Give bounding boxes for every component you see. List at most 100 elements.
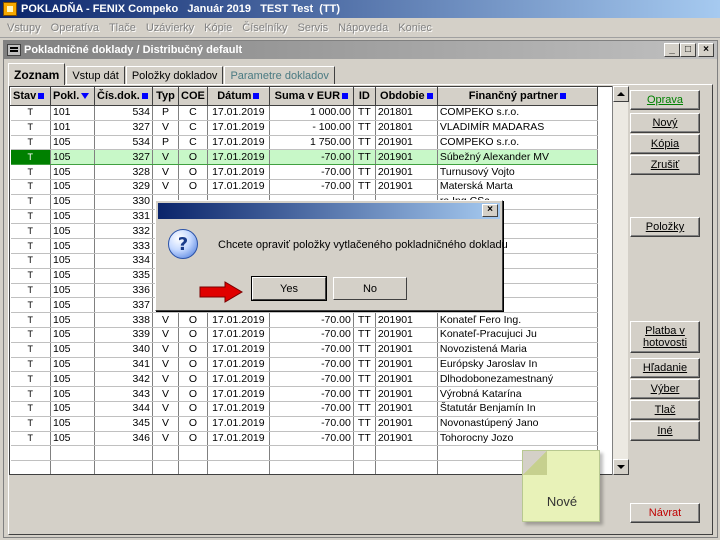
ine-button[interactable]: Iné <box>630 421 700 441</box>
cell-pokl: 105 <box>50 253 95 269</box>
cell-id: TT <box>353 149 376 166</box>
scroll-up-icon <box>617 92 625 96</box>
minimize-button[interactable]: _ <box>664 43 680 57</box>
zrusit-button[interactable]: Zrušiť <box>630 155 700 175</box>
restore-button[interactable]: □ <box>680 43 696 57</box>
cell-stav: T <box>10 283 51 299</box>
vertical-scrollbar[interactable] <box>612 86 629 475</box>
table-row[interactable]: T 105 327 V O 17.01.2019 -70.00 TT 201901 Súbežný… <box>10 149 598 166</box>
cell-stav: T <box>10 223 51 240</box>
menu-tlace[interactable]: Tlače <box>104 22 141 34</box>
navrat-button[interactable]: Návrat <box>630 503 700 523</box>
table-row[interactable]: T 105 345 V O 17.01.2019 -70.00 TT 201901 Novonas… <box>10 416 598 432</box>
cell-datum: 17.01.2019 <box>207 105 270 121</box>
table-row[interactable]: T 105 339 V O 17.01.2019 -70.00 TT 201901 Konateľ… <box>10 327 598 343</box>
kopia-button[interactable]: Kópia <box>630 134 700 154</box>
cell-obdobie: 201901 <box>375 357 438 373</box>
empty-cell <box>375 445 438 462</box>
menu-napoveda[interactable]: Nápoveda <box>333 22 393 34</box>
cell-suma: -70.00 <box>269 357 354 373</box>
cell-obdobie: 201901 <box>375 431 438 447</box>
table-row[interactable]: T 101 534 P C 17.01.2019 1 000.00 TT 201801 COMPE… <box>10 105 598 121</box>
col-typ[interactable]: Typ <box>152 87 179 106</box>
cell-stav: T <box>10 297 51 314</box>
menu-servis[interactable]: Servis <box>293 22 334 34</box>
tab-vstup-dat[interactable]: Vstup dát <box>66 66 125 85</box>
oprava-button[interactable]: Oprava <box>630 90 700 110</box>
col-coe[interactable]: COE <box>178 87 208 106</box>
cell-suma: 1 000.00 <box>269 105 354 121</box>
tab-parametre-dokladov[interactable]: Parametre dokladov <box>224 66 335 85</box>
cell-suma: 1 750.00 <box>269 135 354 151</box>
col-suma[interactable]: Suma v EUR <box>268 87 354 106</box>
cell-pokl: 105 <box>50 416 95 432</box>
tab-zoznam[interactable]: Zoznam <box>8 63 66 85</box>
menu-uzavierky[interactable]: Uzávierky <box>141 22 199 34</box>
table-row[interactable]: T 105 329 V O 17.01.2019 -70.00 TT 201901 Matersk… <box>10 179 598 195</box>
table-header: Stav Pokl. Čís.dok. Typ COE Dátum Suma v… <box>10 87 598 106</box>
cell-suma: -70.00 <box>269 386 354 402</box>
cell-obdobie: 201801 <box>375 105 438 121</box>
table-row[interactable]: T 105 344 V O 17.01.2019 -70.00 TT 201901 Štatutá… <box>10 401 598 417</box>
dialog-close-button[interactable]: × <box>482 204 498 217</box>
col-id[interactable]: ID <box>352 87 376 106</box>
cell-coe: O <box>178 401 208 417</box>
table-row[interactable]: T 105 340 V O 17.01.2019 -70.00 TT 201901 Novozis… <box>10 342 598 358</box>
cell-obdobie: 201901 <box>375 401 438 417</box>
table-row[interactable]: T 101 327 V C 17.01.2019- 100.00 TT 201801 VLADI… <box>10 120 598 136</box>
polozky-button[interactable]: Položky <box>630 217 700 237</box>
cell-cis-dok: 345 <box>94 416 153 432</box>
cell-typ: V <box>152 312 179 328</box>
cell-pokl: 105 <box>50 371 95 388</box>
tlac-button[interactable]: Tlač <box>630 400 700 420</box>
cell-partner: Materská Marta <box>437 179 598 195</box>
cell-coe: O <box>178 386 208 402</box>
table-row[interactable]: T 105 343 V O 17.01.2019 -70.00 TT 201901 Výrobná… <box>10 386 598 402</box>
table-row[interactable]: T 105 534 P C 17.01.2019 1 750.00 TT 201901 COMPE… <box>10 135 598 151</box>
cell-id: TT <box>353 342 376 358</box>
menu-ciselniky[interactable]: Číselníky <box>237 22 292 34</box>
col-obdobie[interactable]: Obdobie <box>374 87 438 106</box>
hladanie-button[interactable]: Hľadanie <box>630 358 700 378</box>
cell-partner: Turnusový Vojto <box>437 164 598 180</box>
yes-button[interactable]: Yes <box>251 276 327 301</box>
empty-cell <box>353 460 376 474</box>
scroll-up-button[interactable] <box>613 86 629 102</box>
menu-koniec[interactable]: Koniec <box>393 22 437 34</box>
cell-obdobie: 201901 <box>375 327 438 343</box>
cell-datum: 17.01.2019 <box>207 327 270 343</box>
cell-id: TT <box>353 179 376 195</box>
cell-obdobie: 201801 <box>375 120 438 136</box>
col-stav[interactable]: Stav <box>10 87 51 106</box>
cell-typ: V <box>152 179 179 195</box>
novy-button[interactable]: Nový <box>630 113 700 133</box>
menu-kopie[interactable]: Kópie <box>199 22 237 34</box>
scroll-down-button[interactable] <box>613 459 629 475</box>
table-row[interactable]: T 105 342 V O 17.01.2019 -70.00 TT 201901 Dlhodob… <box>10 371 598 388</box>
sort-mark-icon <box>141 93 148 100</box>
empty-row <box>10 445 598 462</box>
table-row[interactable]: T 105 341 V O 17.01.2019 -70.00 TT 201901 Európsk… <box>10 357 598 373</box>
cell-partner: VLADIMÍR MADARAS <box>437 120 598 136</box>
table-row[interactable]: T 105 328 V O 17.01.2019 -70.00 TT 201901 Turnuso… <box>10 164 598 180</box>
tab-polozky-dokladov[interactable]: Položky dokladov <box>125 66 224 85</box>
menu-vstupy[interactable]: Vstupy <box>2 22 46 34</box>
table-row[interactable]: T 105 338 V O 17.01.2019 -70.00 TT 201901 Konateľ… <box>10 312 598 328</box>
platba-v-hotovosti-button[interactable]: Platba v hotovosti <box>630 321 700 353</box>
col-partner[interactable]: Finančný partner <box>436 87 598 106</box>
cell-typ: V <box>152 416 179 432</box>
col-pokl[interactable]: Pokl. <box>50 87 95 106</box>
menu-operativa[interactable]: Operatíva <box>46 22 104 34</box>
table-row[interactable]: T 105 346 V O 17.01.2019 -70.00 TT 201901 Tohoroc… <box>10 431 598 447</box>
cell-id: TT <box>353 120 376 136</box>
col-cis-dok[interactable]: Čís.dok. <box>94 87 153 106</box>
cell-stav: T <box>10 164 51 180</box>
col-datum[interactable]: Dátum <box>206 87 270 106</box>
no-button[interactable]: No <box>333 277 407 300</box>
cell-cis-dok: 331 <box>94 209 153 225</box>
cell-typ: V <box>152 431 179 447</box>
cell-cis-dok: 338 <box>94 312 153 328</box>
close-button[interactable]: × <box>698 43 714 57</box>
cell-id: TT <box>353 164 376 180</box>
vyber-button[interactable]: Výber <box>630 379 700 399</box>
